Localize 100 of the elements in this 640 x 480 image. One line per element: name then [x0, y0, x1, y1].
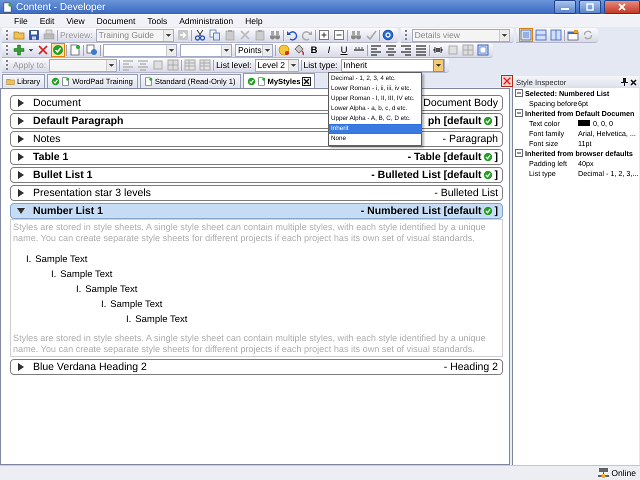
- sample-text: Sample Text: [135, 314, 188, 325]
- unit-dropdown[interactable]: Points: [235, 44, 273, 56]
- style-row[interactable]: Presentation star 3 levels - Bulleted List: [10, 185, 503, 201]
- style-row[interactable]: Number List 1 - Numbered List [default ]: [10, 203, 503, 219]
- cut-icon[interactable]: [194, 29, 206, 41]
- menu-item[interactable]: Help: [239, 16, 269, 26]
- spacing-icon[interactable]: [432, 44, 444, 56]
- window-title: Content - Developer: [16, 2, 106, 12]
- list-marker: I.: [51, 269, 56, 280]
- menu-item[interactable]: Administration: [173, 16, 240, 26]
- style-type: - Bulleted List [default: [371, 169, 482, 181]
- style-name: Document: [33, 97, 81, 109]
- sample-text: Sample Text: [110, 299, 162, 310]
- collapse-icon[interactable]: [515, 149, 523, 157]
- caret-icon[interactable]: [434, 61, 442, 69]
- document-icon: [144, 77, 153, 86]
- style-name: Bullet List 1: [33, 169, 93, 181]
- bracket: ]: [494, 169, 498, 181]
- caret-icon[interactable]: [108, 61, 116, 69]
- align-left-icon[interactable]: [370, 44, 382, 56]
- save-icon[interactable]: [28, 29, 40, 41]
- caret-icon[interactable]: [290, 61, 297, 69]
- network-icon: [598, 468, 610, 478]
- style-type: - Numbered List [default: [360, 205, 482, 217]
- new-document-icon[interactable]: [69, 44, 81, 56]
- undo-icon[interactable]: [286, 29, 298, 41]
- collapse-icon[interactable]: [332, 29, 345, 41]
- description-text: Styles are stored in style sheets. A single style sheet can contain multiple styles, with each style identified by a unique name. You can create separate style sheets for different projects if each project has its own set of visual standards.: [13, 333, 487, 355]
- style-type: - Heading 2: [444, 361, 498, 373]
- expand-triangle-icon[interactable]: [17, 171, 25, 179]
- format-button[interactable]: B: [308, 44, 320, 56]
- spell-check-icon[interactable]: [364, 29, 377, 41]
- maximize-button[interactable]: [579, 0, 601, 14]
- document-icon: [256, 76, 266, 86]
- expand-triangle-icon[interactable]: [17, 99, 25, 107]
- list-view-icon[interactable]: [520, 29, 532, 41]
- clipboard-icon[interactable]: [254, 29, 266, 41]
- minimize-button[interactable]: [554, 0, 576, 14]
- bracket: ]: [494, 151, 498, 163]
- align-right-icon[interactable]: [400, 44, 412, 56]
- format-button[interactable]: U: [338, 44, 350, 56]
- list-marker: I.: [76, 284, 82, 295]
- style-row[interactable]: Bullet List 1 - Bulleted List [default ]: [10, 167, 503, 183]
- frame-icon[interactable]: [477, 44, 489, 56]
- style-type: - Bulleted List: [434, 187, 498, 199]
- binoculars-icon[interactable]: [268, 29, 281, 41]
- description-text: Styles are stored in style sheets. A single style sheet can contain multiple styles, with each style identified by a unique name. You can create separate style sheets for different projects if each project has its own set of visual standards.: [13, 222, 487, 244]
- copy-icon[interactable]: [208, 29, 221, 41]
- sample-text: Sample Text: [60, 269, 112, 280]
- style-type: - Table [default: [408, 151, 482, 163]
- list-marker: I.: [26, 254, 32, 265]
- library-icon: [6, 77, 15, 86]
- menu-item[interactable]: File: [8, 16, 34, 26]
- apply-to-label: Apply to:: [13, 60, 46, 70]
- style-name: Number List 1: [33, 205, 104, 217]
- close-icon[interactable]: [302, 76, 312, 86]
- caret-icon[interactable]: [223, 46, 230, 54]
- paint-bucket-icon[interactable]: [293, 44, 305, 56]
- bracket: ]: [494, 115, 498, 127]
- collapse-icon[interactable]: [515, 89, 523, 97]
- list-level-dropdown[interactable]: Level 2: [254, 58, 299, 72]
- expand-triangle-icon[interactable]: [17, 117, 25, 125]
- accept-icon[interactable]: [52, 44, 64, 56]
- style-name: Presentation star 3 levels: [33, 187, 151, 199]
- pin-icon[interactable]: [621, 78, 628, 86]
- expand-icon[interactable]: [318, 29, 330, 41]
- expand-triangle-icon[interactable]: [17, 153, 25, 161]
- close-icon[interactable]: [630, 78, 637, 86]
- menu-item[interactable]: Edit: [34, 16, 60, 26]
- menu-item[interactable]: Tools: [141, 16, 174, 26]
- caret-icon[interactable]: [264, 46, 271, 54]
- collapse-icon[interactable]: [515, 109, 523, 117]
- style-name: Table 1: [33, 151, 68, 163]
- menu-item[interactable]: View: [60, 16, 91, 26]
- expand-triangle-icon[interactable]: [17, 135, 25, 143]
- justify-icon[interactable]: [415, 44, 427, 56]
- list-type-dropdown[interactable]: Inherit: [340, 58, 445, 72]
- style-name: Default Paragraph: [33, 115, 124, 127]
- properties-icon[interactable]: [566, 29, 579, 41]
- collapse-triangle-icon[interactable]: [17, 207, 25, 215]
- connection-status: Online: [611, 468, 636, 478]
- expand-triangle-icon[interactable]: [17, 363, 25, 371]
- help-icon[interactable]: [382, 29, 394, 41]
- style-row[interactable]: Blue Verdana Heading 2 - Heading 2: [10, 359, 503, 375]
- list-marker: I.: [126, 314, 132, 325]
- columns-view-icon[interactable]: [550, 29, 562, 41]
- add-icon[interactable]: [13, 44, 25, 56]
- sample-text: Sample Text: [85, 284, 138, 295]
- align-center-icon[interactable]: [385, 44, 397, 56]
- style-name: Blue Verdana Heading 2: [33, 361, 147, 373]
- format-button[interactable]: I: [323, 44, 335, 56]
- split-view-icon[interactable]: [534, 29, 547, 41]
- checkmark-icon: [246, 76, 256, 86]
- style-type: - Paragraph: [442, 133, 498, 145]
- close-button[interactable]: [604, 0, 640, 14]
- expand-triangle-icon[interactable]: [17, 189, 25, 197]
- style-type: ph [default: [428, 115, 482, 127]
- style-row[interactable]: Table 1 - Table [default ]: [10, 149, 503, 165]
- delete-icon[interactable]: [37, 44, 49, 56]
- menu-item[interactable]: Document: [90, 16, 142, 26]
